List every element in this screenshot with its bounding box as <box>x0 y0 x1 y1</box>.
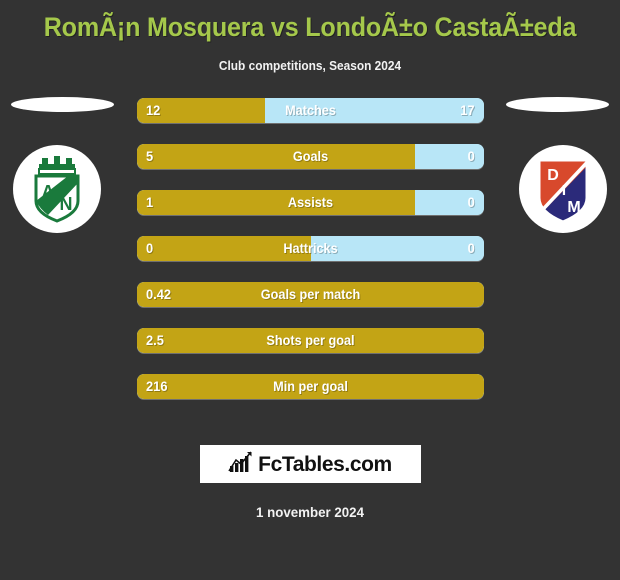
svg-text:A: A <box>42 182 55 202</box>
team-right-ellipse-plate <box>506 97 609 112</box>
footer: FcTables.com 1 november 2024 <box>0 445 620 520</box>
comparison-board: A N D I M 12 17 Matches 5 0 Goals 1 0 As… <box>0 90 620 410</box>
stat-label: Hattricks <box>283 241 338 256</box>
stat-label: Assists <box>287 195 334 210</box>
stat-row: 1 0 Assists <box>137 190 484 215</box>
stat-label: Min per goal <box>273 379 348 394</box>
report-date: 1 november 2024 <box>256 504 364 520</box>
fctables-brand-badge[interactable]: FcTables.com <box>199 445 421 483</box>
stat-label: Shots per goal <box>266 333 355 348</box>
stat-row: 2.5 Shots per goal <box>137 328 484 353</box>
stat-row: 0.42 Goals per match <box>137 282 484 307</box>
svg-text:N: N <box>60 194 73 214</box>
independiente-medellin-crest-icon: D I M <box>531 154 595 224</box>
stat-label: Goals per match <box>260 287 361 302</box>
svg-text:M: M <box>567 199 580 216</box>
stat-row: 12 17 Matches <box>137 98 484 123</box>
page-title: RomÃ¡n Mosquera vs LondoÃ±o CastaÃ±eda <box>43 12 577 42</box>
bar-chart-growth-icon <box>228 450 253 478</box>
header: RomÃ¡n Mosquera vs LondoÃ±o CastaÃ±eda C… <box>0 0 620 73</box>
stat-bar-list: 12 17 Matches 5 0 Goals 1 0 Assists 0 0 Hattricks 0.… <box>137 98 484 399</box>
stat-row: 216 Min per goal <box>137 374 484 399</box>
atletico-nacional-crest-icon: A N <box>26 155 88 223</box>
page-subtitle: Club competitions, Season 2024 <box>218 59 402 73</box>
team-left-ellipse-plate <box>11 97 114 112</box>
team-right-logo: D I M <box>519 145 607 233</box>
svg-text:I: I <box>562 182 566 199</box>
svg-text:D: D <box>547 167 559 184</box>
team-left: A N <box>0 90 125 260</box>
team-right: D I M <box>495 90 620 260</box>
fctables-brand-text: FcTables.com <box>258 452 392 476</box>
stat-row: 0 0 Hattricks <box>137 236 484 261</box>
team-left-logo: A N <box>13 145 101 233</box>
stat-label: Goals <box>292 149 329 164</box>
stat-label: Matches <box>285 103 336 118</box>
stat-row: 5 0 Goals <box>137 144 484 169</box>
